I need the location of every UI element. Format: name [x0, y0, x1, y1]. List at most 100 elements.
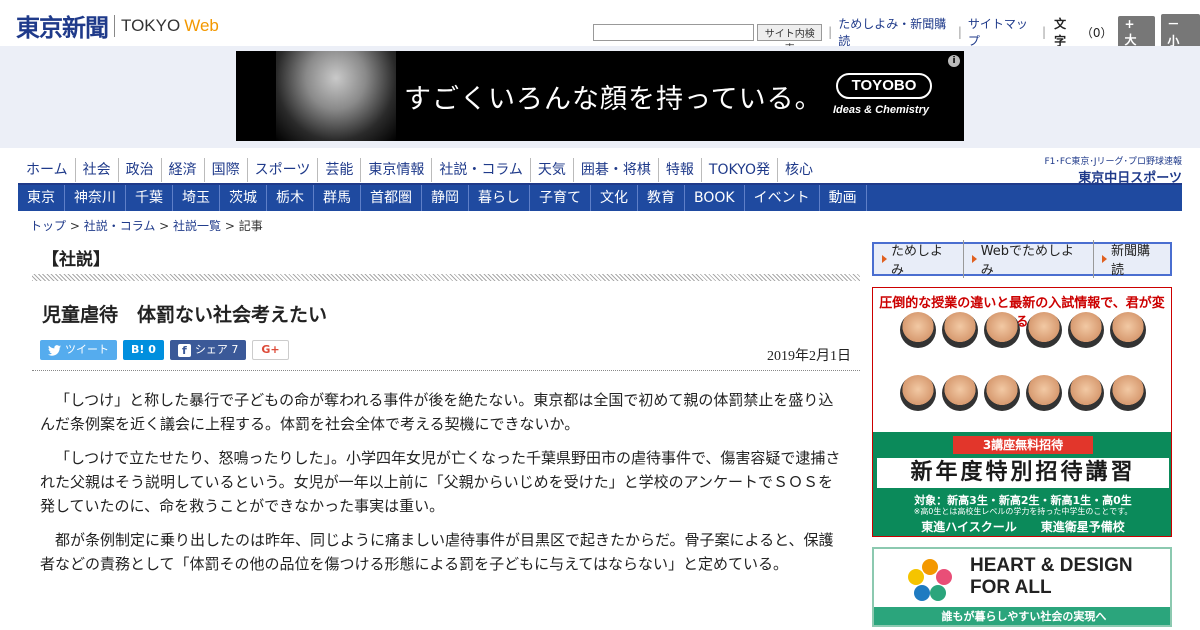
site-logo[interactable]: 東京新聞 TOKYO Web — [16, 8, 219, 43]
subscription-links: ためしよみ Webでためしよみ 新聞購読 — [872, 240, 1172, 278]
instructor-photo — [1026, 312, 1062, 348]
nav-regional-item[interactable]: 動画 — [820, 185, 867, 211]
nav-regional-item[interactable]: 暮らし — [469, 185, 530, 211]
nav-regional-item[interactable]: 子育て — [530, 185, 591, 211]
nav-regional-item[interactable]: 東京 — [18, 185, 65, 211]
heart-design-ad[interactable]: HEART & DESIGN FOR ALL 誰もが暮らしやすい社会の実現へ — [872, 547, 1172, 627]
nav-regional-item[interactable]: 埼玉 — [173, 185, 220, 211]
instructor-photo — [942, 312, 978, 348]
nav-regional-item[interactable]: 神奈川 — [65, 185, 126, 211]
nav-main-item[interactable]: TOKYO発 — [702, 158, 778, 182]
header-separator: | — [1042, 25, 1047, 39]
special-course-title: 新年度特別招待講習 — [877, 458, 1169, 488]
trial-read-link[interactable]: ためしよみ — [874, 240, 964, 278]
nav-regional-item[interactable]: 千葉 — [126, 185, 173, 211]
nav-regional-item[interactable]: 群馬 — [314, 185, 361, 211]
sitemap-link[interactable]: サイトマップ — [968, 15, 1036, 49]
header-tools: サイト内検索 | ためしよみ・新聞購読 | サイトマップ | 文字 （0） + … — [593, 14, 1200, 55]
trial-read-label: ためしよみ — [891, 244, 944, 278]
header-separator: | — [957, 25, 962, 39]
breadcrumb-editorial-column[interactable]: 社説・コラム — [84, 219, 156, 233]
toshin-ad-panel: 3講座無料招待 新年度特別招待講習 対象：新高3生・新高2生・新高1生・高0生 … — [873, 432, 1171, 536]
google-plus-button[interactable]: G+ — [252, 340, 289, 360]
main-navigation: ホーム 社会 政治 経済 国際 スポーツ 芸能 東京情報 社説・コラム 天気 囲碁・将棋 特報 TOKY… — [18, 158, 820, 182]
nav-main-item[interactable]: 特報 — [659, 158, 702, 182]
free-course-badge: 3講座無料招待 — [953, 436, 1093, 454]
site-search-button[interactable]: サイト内検索 — [757, 23, 823, 55]
section-title: 【社説】 — [42, 250, 110, 270]
facebook-share-button[interactable]: f シェア 7 — [169, 340, 247, 360]
nav-main-item[interactable]: 東京情報 — [361, 158, 433, 182]
breadcrumb-editorial-list[interactable]: 社説一覧 — [173, 219, 221, 233]
instructor-photo — [900, 375, 936, 411]
flower-logo-icon — [908, 559, 952, 601]
tokyo-chunichi-sports-link[interactable]: F1･FC東京･Jリーグ･プロ野球速報 東京中日スポーツ — [1020, 154, 1182, 186]
breadcrumb-separator: > — [66, 219, 84, 233]
orange-triangle-icon — [971, 255, 977, 263]
facebook-icon: f — [177, 343, 191, 357]
nav-regional-item[interactable]: 栃木 — [267, 185, 314, 211]
nav-main-item[interactable]: 政治 — [119, 158, 162, 182]
nav-main-item[interactable]: 核心 — [778, 158, 820, 182]
nav-main-item[interactable]: 経済 — [162, 158, 205, 182]
header-separator: | — [828, 25, 833, 39]
breadcrumb-separator: > — [221, 219, 239, 233]
subscribe-link[interactable]: 新聞購読 — [1094, 240, 1170, 278]
nav-regional-item[interactable]: 茨城 — [220, 185, 267, 211]
nav-main-item[interactable]: 社説・コラム — [432, 158, 531, 182]
banner-tagline: Ideas & Chemistry — [833, 104, 929, 116]
web-trial-read-link[interactable]: Webでためしよみ — [964, 240, 1095, 278]
text-size-decrease-button[interactable]: － 小 — [1161, 14, 1200, 50]
dotted-divider — [32, 370, 860, 371]
trial-subscribe-link[interactable]: ためしよみ・新聞購読 — [838, 15, 952, 49]
article-paragraph: 都が条例制定に乗り出したのは昨年、同じように痛ましい虐待事件が目黒区で起きたから… — [40, 531, 834, 573]
banner-face-image — [276, 51, 396, 141]
breadcrumb: トップ > 社説・コラム > 社説一覧 > 記事 — [30, 217, 263, 234]
google-plus-icon: G+ — [261, 343, 280, 356]
toyobo-banner-ad[interactable]: すごくいろんな顔を持っている。 TOYOBO Ideas & Chemistry… — [236, 51, 964, 141]
instructor-photo — [1026, 375, 1062, 411]
nav-main-item[interactable]: スポーツ — [248, 158, 319, 182]
heart-design-line1: HEART & DESIGN — [970, 555, 1133, 576]
nav-regional-item[interactable]: 教育 — [638, 185, 685, 211]
breadcrumb-current: 記事 — [238, 219, 263, 233]
breadcrumb-separator: > — [155, 219, 174, 233]
heart-design-footer: 誰もが暮らしやすい社会の実現へ — [874, 607, 1170, 625]
nav-regional-item[interactable]: 首都圏 — [361, 185, 422, 211]
logo-web-text: Web — [184, 15, 219, 35]
nav-main-item[interactable]: ホーム — [18, 158, 76, 182]
web-trial-read-label: Webでためしよみ — [980, 244, 1075, 278]
facebook-share-count: シェア 7 — [194, 343, 239, 356]
hatched-divider — [32, 274, 860, 281]
toshin-brands: 東進ハイスクール 東進衛星予備校 — [921, 520, 1125, 534]
hatena-bookmark-button[interactable]: B! 0 — [123, 340, 164, 360]
tweet-button[interactable]: ツイート — [40, 340, 117, 360]
article-title: 児童虐待 体罰ない社会考えたい — [42, 304, 328, 326]
heart-design-title: HEART & DESIGN FOR ALL — [970, 555, 1133, 599]
breadcrumb-top[interactable]: トップ — [30, 219, 66, 233]
subscribe-label: 新聞購読 — [1111, 244, 1151, 278]
article-paragraph: 「しつけで立たせたり、怒鳴ったりした」。小学四年女児が亡くなった千葉県野田市の虐… — [40, 449, 841, 515]
text-size-increase-button[interactable]: + 大 — [1118, 15, 1156, 49]
nav-regional-item[interactable]: BOOK — [685, 185, 745, 211]
instructors-photo — [893, 312, 1153, 432]
nav-main-item[interactable]: 国際 — [205, 158, 248, 182]
nav-regional-item[interactable]: イベント — [745, 185, 820, 211]
nav-regional-item[interactable]: 文化 — [591, 185, 638, 211]
site-search-input[interactable] — [593, 23, 755, 41]
hatena-count: B! 0 — [131, 343, 156, 356]
orange-triangle-icon — [1102, 255, 1108, 263]
instructor-photo — [1110, 375, 1146, 411]
toshin-ad[interactable]: 圧倒的な授業の違いと最新の入試情報で、君が変わる。 3講座無料招待 新年度特別招… — [872, 287, 1172, 537]
nav-main-item[interactable]: 囲碁・将棋 — [574, 158, 659, 182]
nav-main-item[interactable]: 天気 — [531, 158, 574, 182]
share-buttons: ツイート B! 0 f シェア 7 G+ — [40, 340, 289, 360]
top-ad-band: すごくいろんな顔を持っている。 TOYOBO Ideas & Chemistry… — [0, 46, 1200, 148]
orange-triangle-icon — [882, 255, 887, 263]
article-paragraph: 「しつけ」と称した暴行で子どもの命が奪われる事件が後を絶たない。東京都は全国で初… — [40, 391, 834, 433]
text-size-value: （0） — [1080, 25, 1113, 40]
ad-info-icon[interactable]: i — [948, 55, 960, 67]
nav-main-item[interactable]: 社会 — [76, 158, 119, 182]
nav-main-item[interactable]: 芸能 — [318, 158, 362, 182]
nav-regional-item[interactable]: 静岡 — [422, 185, 469, 211]
